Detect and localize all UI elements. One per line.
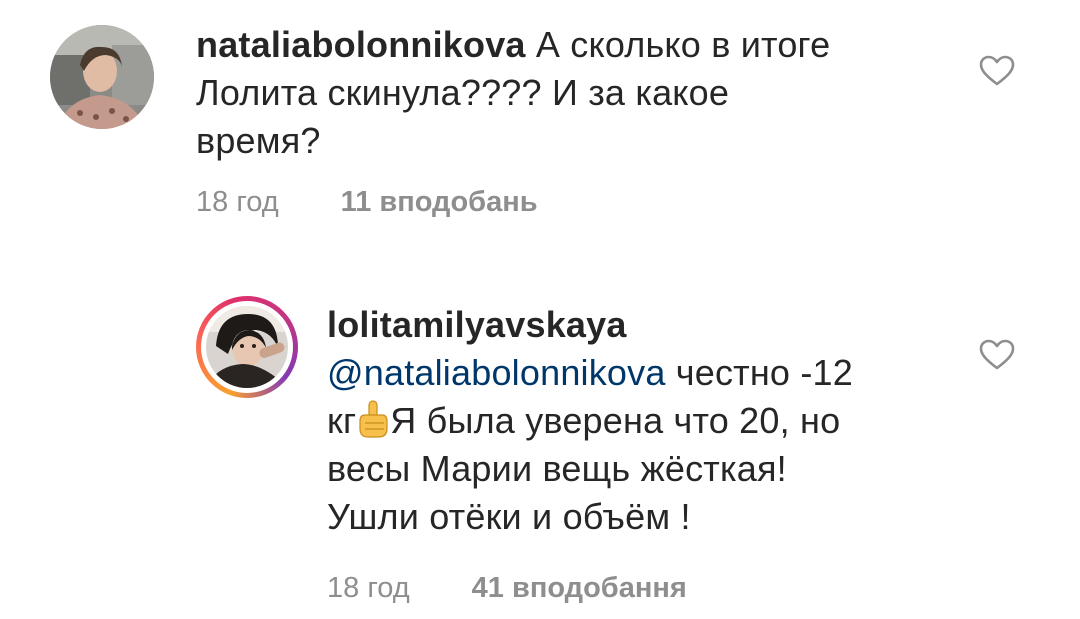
likes-count[interactable]: 41 вподобання: [472, 572, 687, 604]
avatar[interactable]: [206, 306, 288, 388]
user-photo-icon: [206, 306, 288, 388]
mention-link[interactable]: @nataliabolonnikova: [327, 352, 666, 393]
timestamp[interactable]: 18 год: [327, 572, 410, 604]
comment-text: nataliabolonnikova А сколько в итоге Лол…: [196, 21, 936, 165]
username[interactable]: lolitamilyavskaya: [327, 301, 947, 349]
comment-nataliabolonnikova: nataliabolonnikova А сколько в итоге Лол…: [0, 0, 1080, 240]
comment-lolitamilyavskaya: lolitamilyavskaya @nataliabolonnikova че…: [0, 280, 1080, 619]
user-photo-icon: [50, 25, 154, 129]
username[interactable]: nataliabolonnikova: [196, 24, 526, 65]
comment-line: Лолита скинула???? И за какое: [196, 72, 730, 113]
comment-text: lolitamilyavskaya @nataliabolonnikova че…: [327, 301, 947, 541]
heart-outline-icon[interactable]: [979, 55, 1015, 87]
comment-line: время?: [196, 120, 321, 161]
comment-line: честно -12: [675, 352, 853, 393]
comment-line: весы Марии вещь жёсткая!: [327, 448, 787, 489]
avatar[interactable]: [50, 25, 154, 129]
comment-line: Я была уверена что 20, но: [390, 400, 841, 441]
timestamp[interactable]: 18 год: [196, 186, 279, 218]
comment-line: Ушли отёки и объём !: [327, 496, 691, 537]
heart-outline-icon[interactable]: [979, 339, 1015, 371]
comment-line: А сколько в итоге: [535, 24, 831, 65]
comment-line: кг: [327, 400, 357, 441]
story-ring[interactable]: [196, 296, 298, 398]
point-up-emoji-icon: [359, 400, 388, 438]
comment-meta: 18 год 11 вподобань: [196, 186, 538, 219]
comment-meta: 18 год 41 вподобання: [327, 572, 687, 605]
likes-count[interactable]: 11 вподобань: [341, 186, 538, 218]
